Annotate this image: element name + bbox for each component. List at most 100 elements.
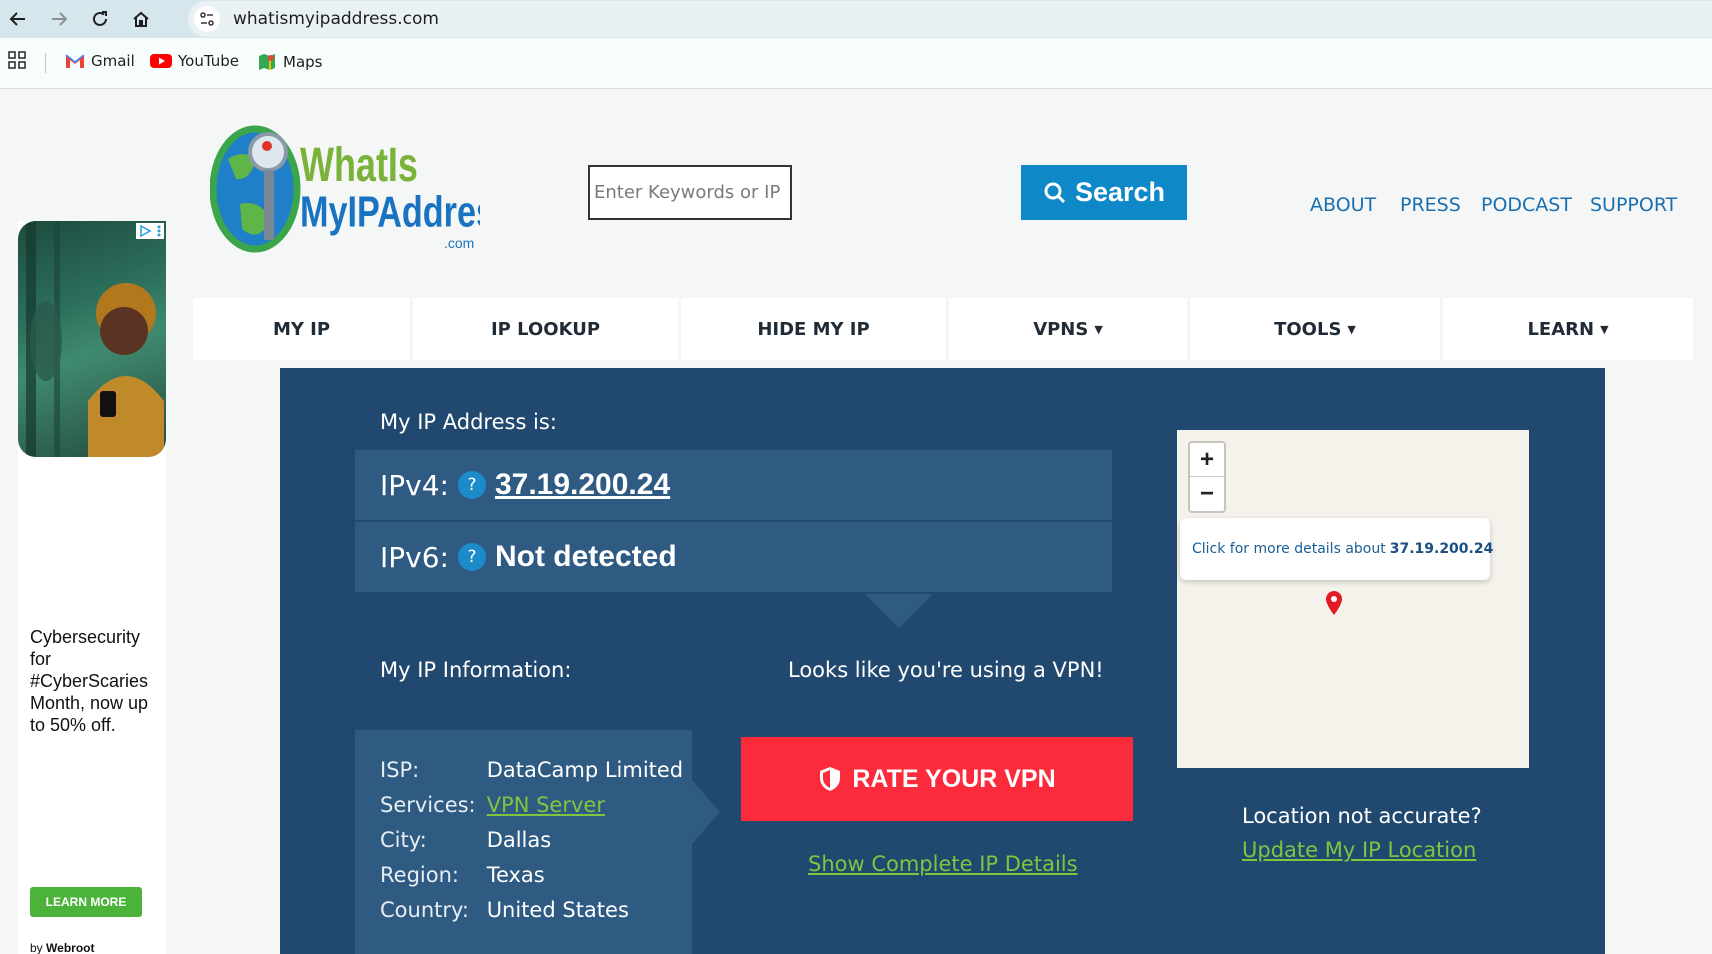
vpn-note: Looks like you're using a VPN! (788, 658, 1104, 682)
bookmarks-bar: Gmail YouTube Maps (0, 38, 1712, 89)
info-key: Region: (380, 863, 459, 887)
zoom-out-button[interactable]: − (1190, 477, 1224, 511)
reload-icon (93, 11, 107, 26)
map-pin-icon[interactable] (1324, 590, 1344, 616)
sidebar-ad[interactable]: Cybersecurity for #CyberScaries Month, n… (18, 221, 166, 954)
shield-icon (820, 767, 841, 791)
info-key: Services: (380, 793, 476, 817)
rate-button-label: RATE YOUR VPN (852, 764, 1056, 793)
search-button-label: Search (1074, 177, 1166, 207)
gmail-icon (65, 54, 85, 68)
info-row-country: Country: United States (380, 898, 629, 922)
ipv4-row: IPv4: ? 37.19.200.24 (355, 450, 1112, 520)
ipv6-row: IPv6: ? Not detected (355, 522, 1112, 592)
bookmark-youtube[interactable]: YouTube (150, 52, 239, 70)
address-bar-url[interactable]: whatismyipaddress.com (233, 9, 439, 29)
bookmark-label: Maps (283, 53, 323, 71)
nav-label: IP LOOKUP (490, 318, 601, 340)
show-complete-ip-details-link[interactable]: Show Complete IP Details (808, 852, 1078, 876)
ipv6-label: IPv6: (380, 540, 449, 574)
caret-down-icon: ▼ (1600, 322, 1609, 336)
web-page: Cybersecurity for #CyberScaries Month, n… (0, 90, 1712, 954)
forward-button[interactable] (46, 6, 72, 32)
search-icon (1044, 182, 1066, 203)
nav-tools[interactable]: TOOLS ▼ (1190, 298, 1440, 360)
location-map[interactable]: + − Click for more details about 37.19.2… (1177, 430, 1529, 768)
zoom-in-button[interactable]: + (1190, 443, 1224, 477)
caret-down-icon: ▼ (1094, 322, 1103, 336)
nav-label: LEARN (1527, 318, 1595, 340)
logo-line3: .com (444, 235, 474, 251)
info-value: Texas (486, 863, 545, 887)
map-popup-ip: 37.19.200.24 (1389, 541, 1494, 557)
bookmark-gmail[interactable]: Gmail (65, 52, 135, 70)
apps-grid-icon[interactable] (8, 51, 26, 74)
search-button[interactable]: Search (1021, 165, 1187, 220)
info-key: City: (380, 828, 427, 852)
nav-vpns[interactable]: VPNS ▼ (949, 298, 1187, 360)
nav-learn[interactable]: LEARN ▼ (1443, 298, 1693, 360)
back-button[interactable] (5, 6, 31, 32)
ipv4-value[interactable]: 37.19.200.24 (495, 468, 670, 502)
nav-hide-my-ip[interactable]: HIDE MY IP (681, 298, 946, 360)
map-zoom-control: + − (1188, 441, 1226, 513)
info-row-city: City: Dallas (380, 828, 551, 852)
ip-heading: My IP Address is: (380, 410, 557, 434)
globe-magnifier-logo-icon: WhatIs MyIPAddress .com (209, 125, 514, 253)
adchoices-icon (140, 224, 152, 238)
nav-my-ip[interactable]: MY IP (193, 298, 410, 360)
nav-label: TOOLS (1274, 318, 1342, 340)
home-button[interactable] (128, 6, 154, 32)
ipv4-label: IPv4: (380, 468, 449, 502)
info-value: Dallas (486, 828, 552, 852)
maps-icon (259, 54, 275, 70)
ad-choices-badge[interactable] (136, 223, 164, 239)
site-logo[interactable]: WhatIs MyIPAddress .com (209, 114, 514, 284)
bookmark-label: YouTube (178, 52, 239, 70)
map-popup[interactable]: Click for more details about 37.19.200.2… (1180, 518, 1493, 580)
info-value: United States (486, 898, 629, 922)
map-popup-text: Click for more details about (1192, 541, 1386, 557)
help-icon[interactable]: ? (457, 471, 486, 499)
site-info-button[interactable] (194, 6, 220, 32)
update-location-link[interactable]: Update My IP Location (1242, 838, 1476, 862)
back-arrow-icon (9, 12, 25, 26)
link-podcast[interactable]: PODCAST (1481, 194, 1572, 216)
ad-sponsor-brand: Webroot (46, 941, 95, 954)
ad-sponsor-prefix: by (30, 941, 43, 954)
youtube-icon (150, 54, 172, 68)
info-heading: My IP Information: (380, 658, 572, 682)
ip-info-box: ISP: DataCamp Limited Services: VPN Serv… (355, 730, 692, 954)
bookmark-label: Gmail (91, 52, 135, 70)
info-box-arrow (692, 780, 720, 844)
info-row-isp: ISP: DataCamp Limited (380, 758, 683, 782)
nav-ip-lookup[interactable]: IP LOOKUP (413, 298, 678, 360)
browser-toolbar: whatismyipaddress.com (0, 0, 1712, 38)
bookmark-maps[interactable]: Maps (257, 52, 322, 72)
info-key: Country: (380, 898, 469, 922)
ad-sponsor[interactable]: by Webroot (30, 941, 94, 954)
link-support[interactable]: SUPPORT (1590, 194, 1677, 216)
nav-label: VPNS (1033, 318, 1089, 340)
nav-label: MY IP (272, 318, 331, 340)
logo-line1: WhatIs (300, 138, 418, 191)
home-icon (133, 11, 149, 27)
services-link[interactable]: VPN Server (487, 793, 605, 817)
info-row-region: Region: Texas (380, 863, 545, 887)
help-icon[interactable]: ? (457, 543, 486, 571)
caret-down-icon: ▼ (1347, 322, 1356, 336)
link-about[interactable]: ABOUT (1310, 194, 1376, 216)
tune-icon (200, 12, 214, 26)
forward-arrow-icon (52, 12, 68, 26)
info-row-services: Services: VPN Server (380, 793, 605, 817)
ad-text[interactable]: Cybersecurity for #CyberScaries Month, n… (30, 626, 160, 736)
rate-your-vpn-button[interactable]: RATE YOUR VPN (741, 737, 1133, 821)
info-key: ISP: (380, 758, 420, 782)
nav-label: HIDE MY IP (757, 318, 870, 340)
reload-button[interactable] (87, 6, 113, 32)
ad-learn-more-button[interactable]: LEARN MORE (30, 887, 142, 917)
more-vertical-icon (157, 225, 161, 237)
ad-image[interactable] (18, 221, 166, 457)
link-press[interactable]: PRESS (1400, 194, 1461, 216)
search-input[interactable] (588, 165, 792, 220)
